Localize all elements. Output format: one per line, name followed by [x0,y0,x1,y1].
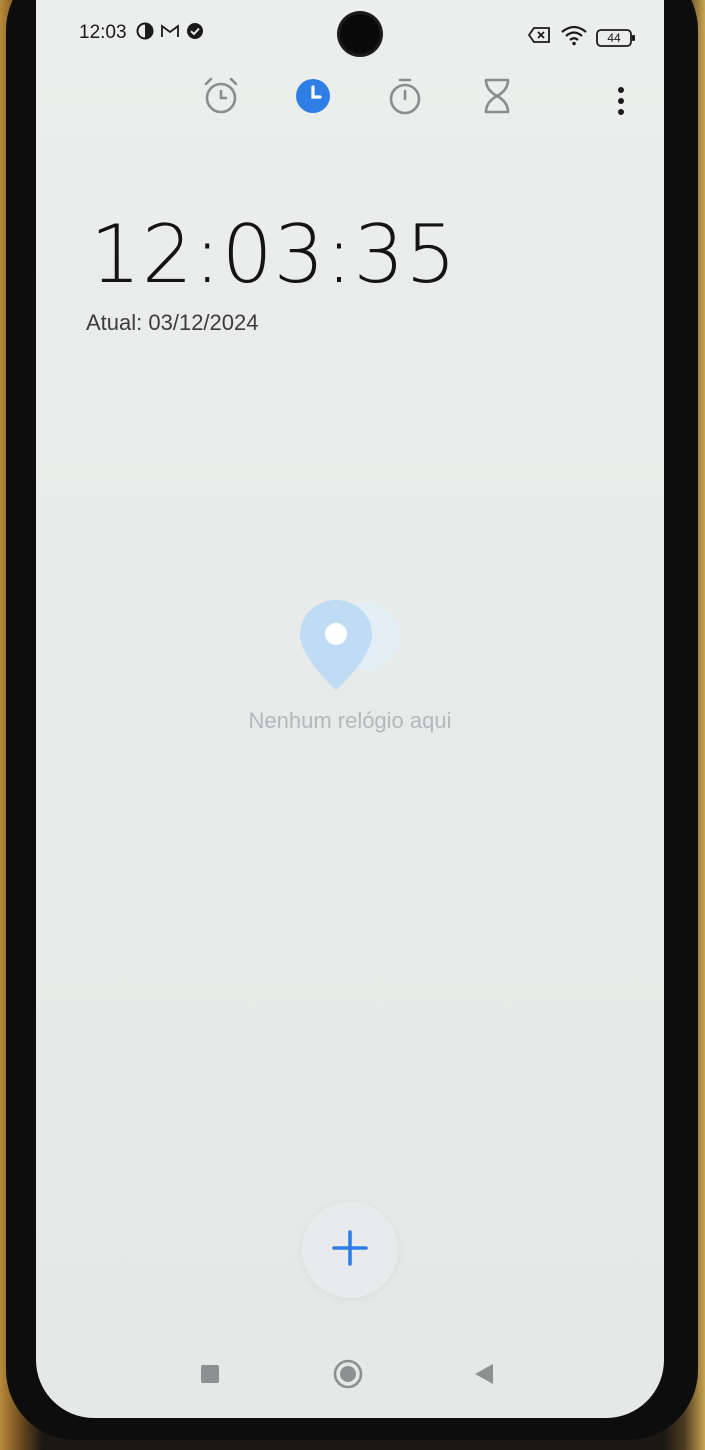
alarm-clock-icon [201,76,241,121]
alarm-tab[interactable] [198,75,244,121]
circle-icon [332,1358,364,1395]
home-button[interactable] [328,1356,368,1396]
plus-icon [330,1228,370,1273]
status-right-icons: 44 [527,24,636,51]
back-button[interactable] [464,1356,504,1396]
hourglass-icon [479,76,515,121]
square-icon [200,1364,220,1389]
back-triangle-icon [473,1362,495,1391]
data-saver-icon [136,22,154,45]
battery-icon: 44 [596,28,636,48]
current-date: Atual: 03/12/2024 [86,310,259,335]
location-pin-icon [294,598,414,703]
empty-state-message: Nenhum relógio aqui [248,708,452,733]
clock-tab[interactable] [290,75,336,121]
no-sim-icon [527,26,552,49]
gmail-icon [160,23,180,44]
front-camera [340,14,380,54]
recents-button[interactable] [190,1356,230,1396]
more-options-button[interactable] [598,80,644,126]
status-left-icons [136,22,204,45]
add-clock-button[interactable] [302,1202,398,1298]
timer-tab[interactable] [474,75,520,121]
tab-bar [36,70,664,126]
stopwatch-tab[interactable] [382,75,428,121]
clock-icon [294,77,332,120]
status-time: 12:03 [79,22,127,43]
battery-level: 44 [607,30,621,45]
wifi-icon [560,24,588,51]
app-screen: 12:03 44 12:03:35 Atual: 03/12/2024 Nenh… [36,0,664,1418]
current-time: 12:03:35 [90,208,458,301]
check-circle-icon [186,22,204,45]
more-vert-icon [616,85,626,122]
system-navigation-bar [36,1350,664,1400]
stopwatch-icon [385,76,425,121]
